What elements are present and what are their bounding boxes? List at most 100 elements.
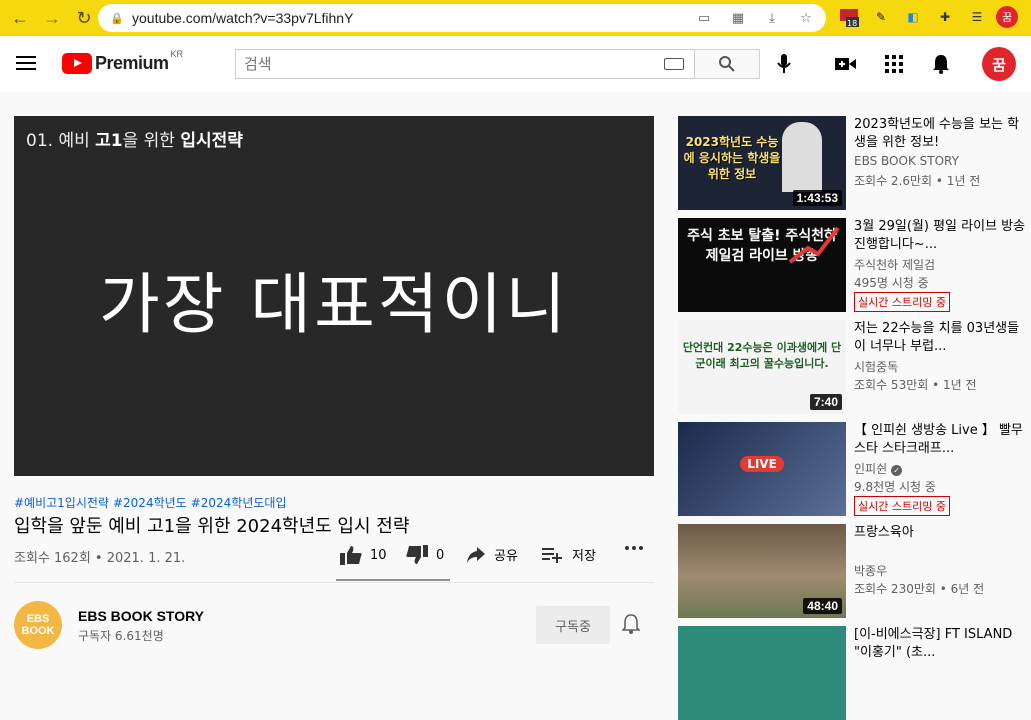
recommendation-channel: 시험중독 [854,360,899,374]
recommendation-thumbnail[interactable]: 48:40 [678,524,846,618]
thumbnail-live-text: LIVE [740,456,784,472]
forward-icon[interactable]: → [40,6,64,30]
hashtag-link[interactable]: #예비고1입시전략 [14,496,109,510]
youtube-logo[interactable]: Premium KR [62,49,183,74]
apps-grid-icon[interactable] [882,52,906,76]
video-player[interactable]: 01. 예비 고1을 위한 입시전략 가장 대표적이니 [14,116,654,476]
verified-check-icon: ✓ [891,465,903,476]
profile-icon[interactable]: 꿈 [996,6,1018,28]
channel-name[interactable]: EBS BOOK STORY [78,608,204,624]
more-actions-button[interactable] [624,545,644,551]
recommendation-item[interactable]: 단언컨대 22수능은 이과생에게 단군이래 최고의 꿀수능입니다. 7:40 저… [678,320,1028,414]
search-input[interactable] [236,50,636,78]
microphone-icon[interactable] [772,52,796,76]
extension-note-icon[interactable]: ✎ [870,6,892,28]
like-ratio-bar [336,579,450,581]
video-hashtags: #예비고1입시전략 #2024학년도 #2024학년도대입 [14,494,291,511]
search-box [235,49,695,79]
recommendation-title: 2023학년도에 수능을 보는 학생을 위한 정보! [854,117,1020,150]
create-video-icon[interactable] [834,52,858,76]
recommendation-title: 저는 22수능을 치를 03년생들이 너무나 부럽... [854,321,1020,354]
save-label: 저장 [572,549,596,564]
recommendation-meta: 조회수 230만회 • 6년 전 [854,582,985,596]
menu-icon[interactable] [16,56,36,72]
play-logo-icon [62,53,92,74]
dislike-count: 0 [436,547,445,563]
share-label: 공유 [494,549,518,564]
channel-notification-bell-icon[interactable] [621,614,641,639]
video-subtitle-text: 가장 대표적이니 [98,266,570,343]
thumbnail-text: 2023학년도 수능에 응시하는 학생을 위한 정보 [683,135,781,181]
search-button[interactable] [695,49,760,79]
logo-text: Premium [95,53,169,73]
thumbs-down-icon [406,545,428,564]
recommendation-channel: 인피쉰 ✓ [854,460,903,477]
recommendation-item[interactable]: 2023학년도 수능에 응시하는 학생을 위한 정보 1:43:53 2023학… [678,116,1028,210]
logo-region: KR [170,49,184,59]
video-duration: 7:40 [809,394,842,410]
video-view-date: 조회수 162회 • 2021. 1. 21. [14,551,186,566]
reading-list-icon[interactable]: ☰ [966,6,988,28]
recommendation-item[interactable]: [이-비에스극장] FT ISLAND "이홍기" (초... [678,626,1028,720]
recommendation-meta: 조회수 2.6만회 • 1년 전 [854,174,981,188]
recommendation-channel: 주식천하 제일검 [854,258,936,272]
extension-translate-icon[interactable]: ◧ [902,6,924,28]
recommendation-title: [이-비에스극장] FT ISLAND "이홍기" (초... [854,627,1013,660]
like-count: 10 [370,547,387,563]
lock-icon: 🔒 [110,12,124,25]
recommendation-title: 프랑스육아 [854,525,914,540]
like-button[interactable]: 10 [340,545,387,565]
recommendation-title: 3월 29일(월) 평일 라이브 방송 진행합니다~... [854,219,1026,252]
extension-badge: 18 [847,19,857,27]
rising-arrow-icon [788,226,840,264]
person-figure [782,122,822,192]
live-badge: 실시간 스트리밍 중 [854,292,950,312]
recommendation-thumbnail[interactable]: 주식 초보 탈출! 주식천하 제일검 라이브 방송 [678,218,846,312]
notifications-bell-icon[interactable] [929,52,953,76]
recommendation-meta: 조회수 53만회 • 1년 전 [854,378,977,392]
recommendation-channel: 박종우 [854,564,888,578]
hashtag-link[interactable]: #2024학년도대입 [191,496,287,510]
reload-icon[interactable]: ↻ [72,6,96,30]
video-duration: 48:40 [803,598,842,614]
video-title: 입학을 앞둔 예비 고1을 위한 2024학년도 입시 전략 [14,516,410,537]
recommendation-item[interactable]: 주식 초보 탈출! 주식천하 제일검 라이브 방송 3월 29일(월) 평일 라… [678,218,1028,312]
save-button[interactable]: 저장 [542,545,596,564]
dislike-button[interactable]: 0 [406,545,444,565]
recommendation-thumbnail[interactable] [678,626,846,720]
live-badge: 실시간 스트리밍 중 [854,496,950,516]
browser-toolbar: ← → ↻ 🔒 youtube.com/watch?v=33pv7LfihnY … [0,0,1031,36]
youtube-header: Premium KR 꿈 [0,36,1031,92]
thumbnail-text: 단언컨대 22수능은 이과생에게 단군이래 최고의 꿀수능입니다. [682,341,842,370]
channel-subscriber-count: 구독자 6.61천명 [78,629,164,643]
share-button[interactable]: 공유 [466,545,518,564]
share-icon [467,546,485,563]
recommendation-thumbnail[interactable]: 2023학년도 수능에 응시하는 학생을 위한 정보 1:43:53 [678,116,846,210]
recommendation-thumbnail[interactable]: 단언컨대 22수능은 이과생에게 단군이래 최고의 꿀수능입니다. 7:40 [678,320,846,414]
qr-icon[interactable]: ▦ [728,8,748,28]
extension-mail-icon[interactable]: 18 [838,6,860,28]
url-text[interactable]: youtube.com/watch?v=33pv7LfihnY [132,10,353,26]
video-duration: 1:43:53 [792,190,842,206]
recommendation-meta: 495명 시청 중 [854,276,929,290]
recommendation-channel: EBS BOOK STORY [854,154,959,168]
cast-icon[interactable]: ▭ [694,8,714,28]
recommendation-thumbnail[interactable]: LIVE [678,422,846,516]
hashtag-link[interactable]: #2024학년도 [113,496,187,510]
subscribe-button[interactable]: 구독중 [536,606,610,644]
channel-avatar[interactable]: EBS BOOK [14,601,62,649]
address-bar[interactable]: 🔒 youtube.com/watch?v=33pv7LfihnY ▭ ▦ ⤓ … [98,4,826,32]
video-episode-caption: 01. 예비 고1을 위한 입시전략 [26,131,243,151]
recommendation-meta: 9.8천명 시청 중 [854,480,936,494]
keyboard-icon[interactable] [664,58,684,70]
install-icon[interactable]: ⤓ [762,8,782,28]
thumbs-up-icon [340,546,362,565]
recommendation-item[interactable]: 48:40 프랑스육아 박종우 조회수 230만회 • 6년 전 [678,524,1028,618]
extensions-puzzle-icon[interactable]: ✚ [934,6,956,28]
divider [14,582,654,583]
bookmark-star-icon[interactable]: ☆ [796,8,816,28]
account-avatar[interactable]: 꿈 [982,47,1016,81]
more-horizontal-icon [625,546,643,550]
back-icon[interactable]: ← [8,6,32,30]
recommendation-item[interactable]: LIVE 【 인피쉰 생방송 Live 】 빨무 스타 스타크래프... 인피쉰… [678,422,1028,516]
